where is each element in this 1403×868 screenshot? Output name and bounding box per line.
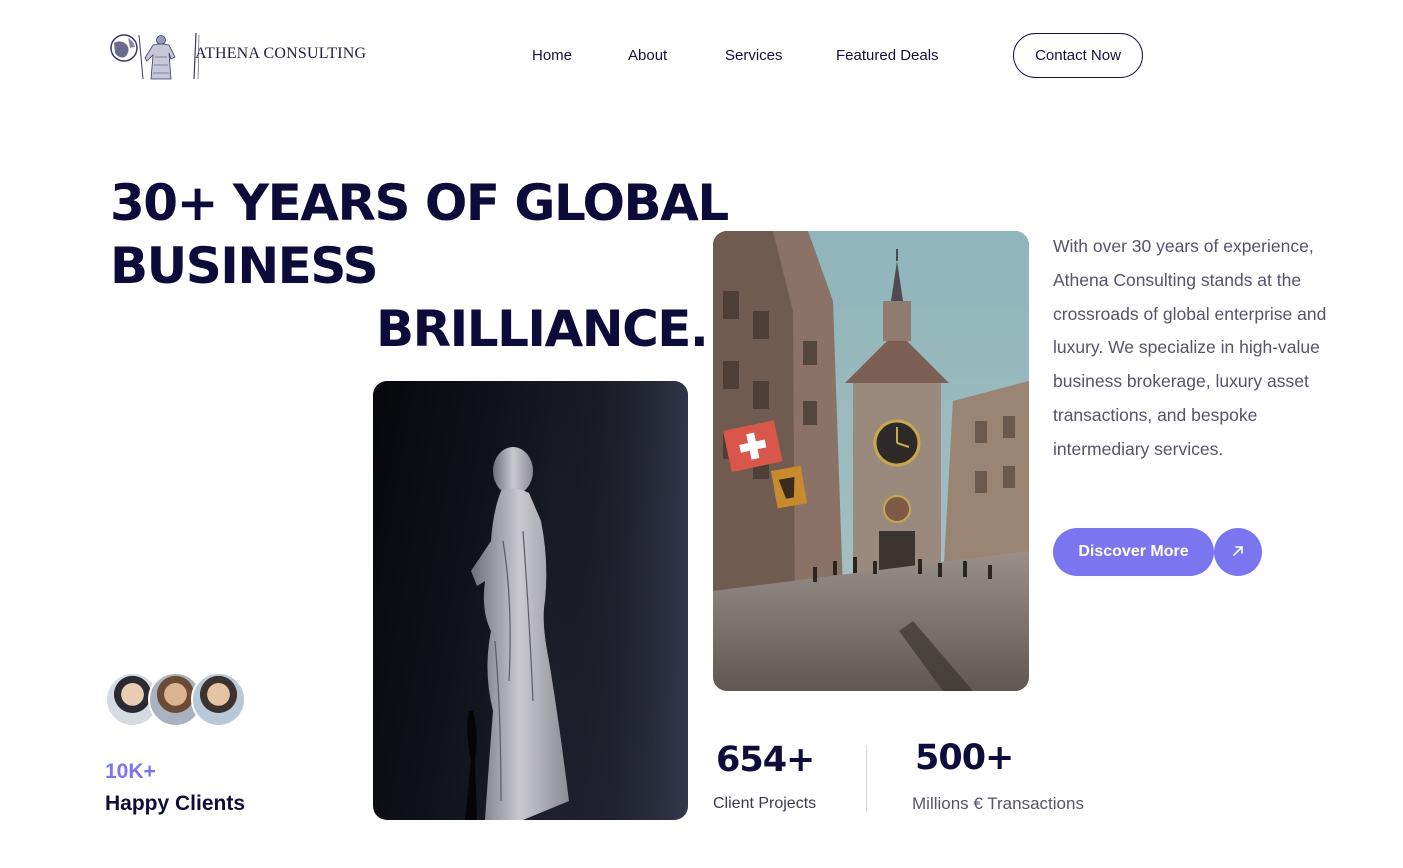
client-projects-label: Client Projects [713, 795, 817, 812]
client-projects-value: 654+ [716, 740, 815, 780]
nav-home[interactable]: Home [532, 47, 572, 64]
athena-statue-logo-icon [109, 31, 201, 81]
brand-name: ATHENA CONSULTING [195, 45, 367, 62]
arrow-up-right-button[interactable] [1214, 528, 1262, 576]
happy-clients-label: Happy Clients [105, 792, 246, 815]
avatar [191, 672, 246, 727]
transactions-value: 500+ [915, 738, 1014, 778]
stats-divider [866, 745, 867, 811]
nav-services[interactable]: Services [725, 47, 783, 64]
arrow-up-right-icon [1230, 543, 1246, 562]
contact-now-button[interactable]: Contact Now [1013, 33, 1143, 78]
client-avatars [105, 672, 255, 728]
nav-featured-deals[interactable]: Featured Deals [836, 47, 939, 64]
discover-more-button[interactable]: Discover More [1053, 528, 1214, 576]
clock-tower-photo [713, 231, 1029, 691]
happy-clients-count: 10K+ [105, 760, 156, 783]
statue-photo [373, 381, 688, 820]
brand-logo[interactable]: ATHENA CONSULTING [109, 30, 389, 82]
transactions-label: Millions € Transactions [912, 794, 1084, 813]
hero-description: With over 30 years of experience, Athena… [1053, 236, 1327, 459]
nav-about[interactable]: About [628, 47, 667, 64]
